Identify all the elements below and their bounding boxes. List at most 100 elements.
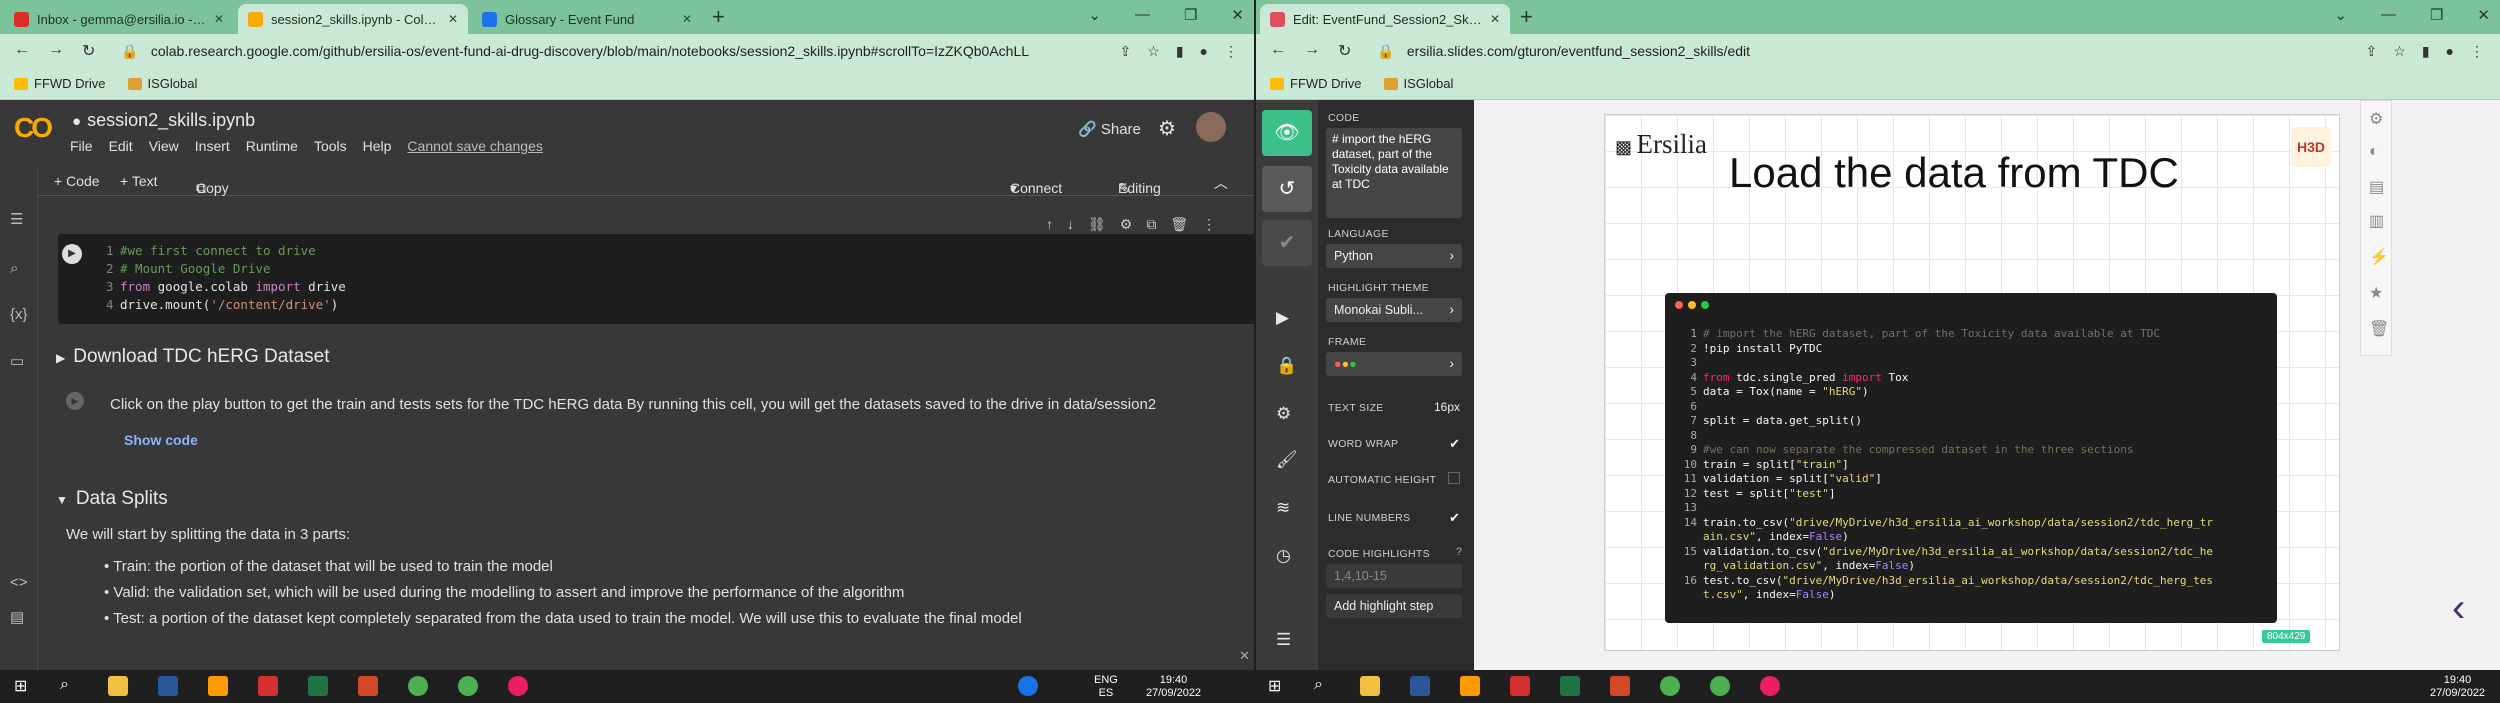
chrome-icon[interactable] — [1660, 676, 1680, 696]
notebook-title[interactable]: ● session2_skills.ipynb — [72, 110, 255, 131]
menu-icon[interactable]: ⋮ — [2470, 43, 2484, 60]
auto-height-checkbox[interactable] — [1448, 472, 1460, 484]
cannot-save-link[interactable]: Cannot save changes — [407, 138, 542, 154]
profile-icon[interactable]: ● — [2446, 43, 2454, 60]
windows-icon[interactable]: ⊞ — [1268, 676, 1281, 696]
tab-slides[interactable]: Edit: EventFund_Session2_Skills ✕ — [1260, 4, 1510, 34]
forward-icon[interactable]: → — [48, 41, 64, 61]
line-numbers-checkbox[interactable]: ✔ — [1449, 510, 1460, 526]
star-icon[interactable]: ☆ — [2393, 43, 2406, 60]
word-wrap-checkbox[interactable]: ✔ — [1449, 436, 1460, 452]
minimize-icon[interactable]: — — [2381, 6, 2396, 24]
play-icon[interactable]: ▶ — [1276, 308, 1289, 328]
chevron-down-icon[interactable]: ⌄ — [1088, 6, 1101, 24]
close-icon[interactable]: ✕ — [1239, 648, 1250, 664]
acrobat-icon[interactable] — [258, 676, 278, 696]
profile-icon[interactable]: ● — [1200, 43, 1208, 60]
lock-icon[interactable]: 🔒 — [1276, 356, 1297, 376]
sidepanel-icon[interactable]: ▮ — [1176, 43, 1184, 60]
close-icon[interactable]: ✕ — [214, 12, 224, 26]
close-icon[interactable]: ✕ — [1231, 6, 1244, 24]
minimize-icon[interactable]: — — [1135, 6, 1150, 24]
acrobat-icon[interactable] — [1510, 676, 1530, 696]
sidepanel-icon[interactable]: ▮ — [2422, 43, 2430, 60]
gear-icon[interactable]: ⚙ — [1158, 116, 1176, 141]
text-size-value[interactable]: 16px — [1434, 400, 1460, 414]
bookmark-ffwd[interactable]: FFWD Drive — [1270, 76, 1362, 91]
share-icon[interactable]: ⇪ — [2366, 43, 2378, 60]
close-icon[interactable]: ✕ — [448, 12, 458, 26]
layers-icon[interactable]: ≋ — [1276, 498, 1290, 518]
menu-file[interactable]: File — [70, 138, 93, 154]
code-block[interactable]: 1 # import the hERG dataset, part of the … — [1665, 293, 2277, 623]
section-data-splits[interactable]: ▼ Data Splits — [56, 488, 168, 510]
run-cell-button[interactable]: ▶ — [66, 392, 84, 410]
bookmark-ffwd[interactable]: FFWD Drive — [14, 76, 106, 91]
slide[interactable]: ▩ Ersilia H3D Load the data from TDC 1 # … — [1604, 114, 2340, 651]
run-cell-button[interactable]: ▶ — [62, 244, 82, 264]
app-icon[interactable] — [1760, 676, 1780, 696]
help-icon[interactable] — [1018, 676, 1038, 696]
reload-icon[interactable]: ↻ — [1338, 41, 1351, 61]
language-indicator[interactable]: ENG ES — [1094, 674, 1118, 700]
prev-slide-button[interactable]: ‹ — [2452, 586, 2465, 631]
back-icon[interactable]: ← — [1270, 41, 1286, 61]
preview-button[interactable]: 👁 — [1262, 110, 1312, 156]
chrome-icon[interactable] — [408, 676, 428, 696]
lock-icon[interactable]: 🔒 — [121, 43, 138, 60]
code-cell[interactable]: 1 #we first connect to drive 2 # Mount Goog… — [58, 234, 1254, 324]
word-icon[interactable] — [158, 676, 178, 696]
card-icon[interactable]: ▤ — [2369, 177, 2384, 197]
code-textarea[interactable]: # import the hERG dataset, part of the T… — [1326, 128, 1462, 218]
clock[interactable]: 19:40 27/09/2022 — [2430, 674, 2485, 700]
new-tab-button[interactable]: + — [1520, 4, 1533, 30]
brush-icon[interactable]: 🖌 — [1276, 450, 1298, 470]
save-button[interactable]: ✔ — [1262, 220, 1312, 266]
powerpoint-icon[interactable] — [1610, 676, 1630, 696]
windows-icon[interactable]: ⊞ — [14, 676, 27, 696]
menu-view[interactable]: View — [149, 138, 179, 154]
powerpoint-icon[interactable] — [358, 676, 378, 696]
add-highlight-step-button[interactable]: Add highlight step — [1326, 594, 1462, 618]
bookmark-isglobal[interactable]: ISGlobal — [1383, 76, 1453, 91]
share-icon[interactable]: ⇪ — [1120, 43, 1132, 60]
mirror-icon[interactable]: ⧉ — [1146, 216, 1156, 233]
help-icon[interactable]: ? — [1456, 546, 1462, 558]
forward-icon[interactable]: → — [1304, 41, 1320, 61]
menu-icon[interactable]: ☰ — [1276, 630, 1291, 650]
illustrator-icon[interactable] — [1460, 676, 1480, 696]
trash-icon[interactable]: 🗑 — [2369, 319, 2389, 339]
menu-icon[interactable]: ⋮ — [1224, 43, 1238, 60]
animate-icon[interactable]: ⚡ — [2369, 247, 2389, 267]
avatar[interactable] — [1196, 112, 1226, 142]
excel-icon[interactable] — [308, 676, 328, 696]
menu-help[interactable]: Help — [363, 138, 392, 154]
highlights-input[interactable]: 1,4,10-15 — [1326, 564, 1462, 588]
lock-icon[interactable]: 🔒 — [1377, 43, 1394, 60]
bookmark-isglobal[interactable]: ISGlobal — [127, 76, 197, 91]
explorer-icon[interactable] — [1360, 676, 1380, 696]
restore-icon[interactable]: ❐ — [1184, 6, 1197, 24]
reload-icon[interactable]: ↻ — [82, 41, 95, 61]
toggle-icon[interactable]: ◐ — [2369, 143, 2379, 161]
tab-colab[interactable]: session2_skills.ipynb - Colaborat ✕ — [238, 4, 468, 34]
toc-icon[interactable]: ☰ — [10, 210, 23, 228]
url-field[interactable]: ersilia.slides.com/gturon/eventfund_sess… — [1407, 43, 1750, 59]
chevron-up-icon[interactable]: ︿ — [1214, 173, 1228, 193]
gear-icon[interactable]: ⚙ — [1120, 216, 1133, 233]
book-icon[interactable]: ▥ — [2369, 211, 2384, 231]
clock-icon[interactable]: ◷ — [1276, 546, 1291, 566]
url-field[interactable]: colab.research.google.com/github/ersilia… — [151, 43, 1029, 59]
menu-insert[interactable]: Insert — [195, 138, 230, 154]
link-icon[interactable]: ⛓ — [1088, 216, 1106, 233]
share-button[interactable]: 🔗 Share — [1078, 120, 1141, 138]
search-icon[interactable]: ⌕ — [10, 260, 18, 277]
arrow-up-icon[interactable]: ↑ — [1046, 216, 1053, 233]
explorer-icon[interactable] — [108, 676, 128, 696]
gear-icon[interactable]: ⚙ — [1276, 404, 1291, 424]
illustrator-icon[interactable] — [208, 676, 228, 696]
language-select[interactable]: Python › — [1326, 244, 1462, 268]
star-icon[interactable]: ★ — [2369, 283, 2383, 303]
terminal-icon[interactable]: ▤ — [10, 608, 24, 626]
section-download-tdc[interactable]: ▶ Download TDC hERG Dataset — [56, 346, 330, 368]
